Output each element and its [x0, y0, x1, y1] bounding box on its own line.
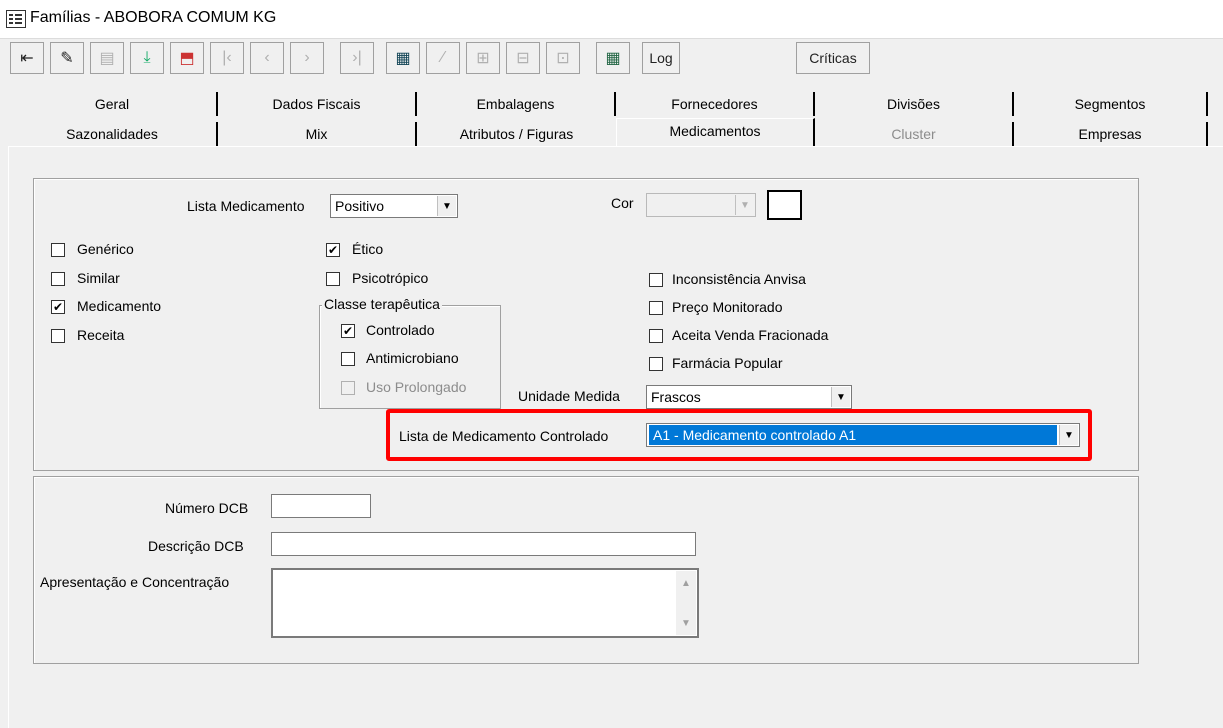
- lista-controlado-label: Lista de Medicamento Controlado: [399, 428, 609, 444]
- tab-segmentos[interactable]: Segmentos: [1014, 92, 1208, 116]
- medicamento-checkbox[interactable]: ✔: [51, 300, 65, 314]
- cor-label: Cor: [611, 195, 634, 211]
- receita-checkbox[interactable]: [51, 329, 65, 343]
- next-record-icon[interactable]: ›: [290, 42, 324, 74]
- tabs-row-2: Sazonalidades Mix Atributos / Figuras Me…: [8, 118, 1223, 146]
- lista-medicamento-label: Lista Medicamento: [187, 198, 305, 214]
- tab-cluster[interactable]: Cluster: [815, 122, 1014, 146]
- aceita-venda-fracionada-label: Aceita Venda Fracionada: [672, 327, 829, 343]
- app-form-icon: [6, 10, 26, 28]
- remove-icon[interactable]: ⊡: [546, 42, 580, 74]
- tab-geral[interactable]: Geral: [8, 92, 218, 116]
- tab-embalagens[interactable]: Embalagens: [417, 92, 616, 116]
- last-record-icon[interactable]: ›|: [340, 42, 374, 74]
- receita-label: Receita: [77, 327, 125, 343]
- generico-checkbox[interactable]: [51, 243, 65, 257]
- append-icon[interactable]: ⊟: [506, 42, 540, 74]
- first-record-icon[interactable]: |‹: [210, 42, 244, 74]
- chevron-down-icon[interactable]: ▼: [735, 195, 754, 215]
- title-bar: Famílias - ABOBORA COMUM KG: [0, 0, 1223, 39]
- tab-empresas[interactable]: Empresas: [1014, 122, 1208, 146]
- tab-medicamentos[interactable]: Medicamentos: [616, 118, 815, 146]
- antimicrobiano-label: Antimicrobiano: [366, 350, 459, 366]
- toolbar: ⇤ ✎ ▤ ⤓ ⬒ |‹ ‹ › ›| ▦ ⁄ ⊞ ⊟ ⊡ ▦ Log Crít…: [0, 38, 1223, 78]
- classe-terapeutica-legend: Classe terapêutica: [322, 296, 442, 312]
- tab-mix[interactable]: Mix: [218, 122, 417, 146]
- inconsistencia-anvisa-checkbox[interactable]: [649, 273, 663, 287]
- lista-controlado-value: A1 - Medicamento controlado A1: [649, 425, 1057, 445]
- tab-divisoes[interactable]: Divisões: [815, 92, 1014, 116]
- farmacia-popular-checkbox[interactable]: [649, 357, 663, 371]
- lista-medicamento-select[interactable]: Positivo ▼: [330, 194, 458, 218]
- tab-atributos-figuras[interactable]: Atributos / Figuras: [417, 122, 616, 146]
- etico-label: Ético: [352, 241, 384, 257]
- chevron-down-icon[interactable]: ▼: [1059, 425, 1078, 445]
- controlado-checkbox[interactable]: ✔: [341, 324, 355, 338]
- etico-checkbox[interactable]: ✔: [326, 243, 340, 257]
- insert-icon[interactable]: ⊞: [466, 42, 500, 74]
- scroll-up-icon[interactable]: ▲: [676, 573, 696, 593]
- descricao-dcb-label: Descrição DCB: [148, 538, 244, 554]
- tabs-row-1: Geral Dados Fiscais Embalagens Fornecedo…: [8, 92, 1223, 116]
- scroll-down-icon[interactable]: ▼: [676, 613, 696, 633]
- medicamento-label: Medicamento: [77, 298, 162, 314]
- criticas-button[interactable]: Críticas: [796, 42, 870, 74]
- apresentacao-label: Apresentação e Concentração: [40, 574, 230, 590]
- preco-monitorado-label: Preço Monitorado: [672, 299, 783, 315]
- chevron-down-icon[interactable]: ▼: [831, 387, 850, 407]
- numero-dcb-label: Número DCB: [165, 500, 249, 516]
- lista-controlado-select[interactable]: A1 - Medicamento controlado A1 ▼: [646, 423, 1080, 447]
- log-button[interactable]: Log: [642, 42, 680, 74]
- descricao-dcb-input[interactable]: [271, 532, 696, 556]
- antimicrobiano-checkbox[interactable]: [341, 352, 355, 366]
- eraser-icon[interactable]: ✎: [50, 42, 84, 74]
- tab-sazonalidades[interactable]: Sazonalidades: [8, 122, 218, 146]
- similar-label: Similar: [77, 270, 120, 286]
- color-preview[interactable]: [767, 190, 802, 220]
- lista-medicamento-value: Positivo: [335, 198, 385, 214]
- unidade-medida-select[interactable]: Frascos ▼: [646, 385, 852, 409]
- numero-dcb-input[interactable]: [271, 494, 371, 518]
- chevron-down-icon[interactable]: ▼: [437, 196, 456, 216]
- preco-monitorado-checkbox[interactable]: [649, 301, 663, 315]
- grid-icon[interactable]: ▦: [386, 42, 420, 74]
- new-icon[interactable]: ▤: [90, 42, 124, 74]
- unidade-medida-label: Unidade Medida: [518, 388, 620, 404]
- save-icon[interactable]: ⤓: [130, 42, 164, 74]
- export-grid-icon[interactable]: ▦: [596, 42, 630, 74]
- generico-label: Genérico: [77, 241, 134, 257]
- window-title: Famílias - ABOBORA COMUM KG: [30, 9, 277, 26]
- tab-fornecedores[interactable]: Fornecedores: [616, 92, 815, 116]
- uso-prolongado-checkbox[interactable]: [341, 381, 355, 395]
- apresentacao-textarea[interactable]: ▲ ▼: [271, 568, 699, 638]
- unidade-medida-value: Frascos: [651, 389, 701, 405]
- tab-dados-fiscais[interactable]: Dados Fiscais: [218, 92, 417, 116]
- vertical-scrollbar[interactable]: ▲ ▼: [676, 571, 696, 635]
- cor-select[interactable]: ▼: [646, 193, 756, 217]
- psicotropico-checkbox[interactable]: [326, 272, 340, 286]
- farmacia-popular-label: Farmácia Popular: [672, 355, 783, 371]
- psicotropico-label: Psicotrópico: [352, 270, 429, 286]
- filter-icon[interactable]: ⁄: [426, 42, 460, 74]
- uso-prolongado-label: Uso Prolongado: [366, 379, 467, 395]
- delete-icon[interactable]: ⬒: [170, 42, 204, 74]
- controlado-label: Controlado: [366, 322, 435, 338]
- inconsistencia-anvisa-label: Inconsistência Anvisa: [672, 271, 806, 287]
- similar-checkbox[interactable]: [51, 272, 65, 286]
- aceita-venda-fracionada-checkbox[interactable]: [649, 329, 663, 343]
- prev-record-icon[interactable]: ‹: [250, 42, 284, 74]
- exit-icon[interactable]: ⇤: [10, 42, 44, 74]
